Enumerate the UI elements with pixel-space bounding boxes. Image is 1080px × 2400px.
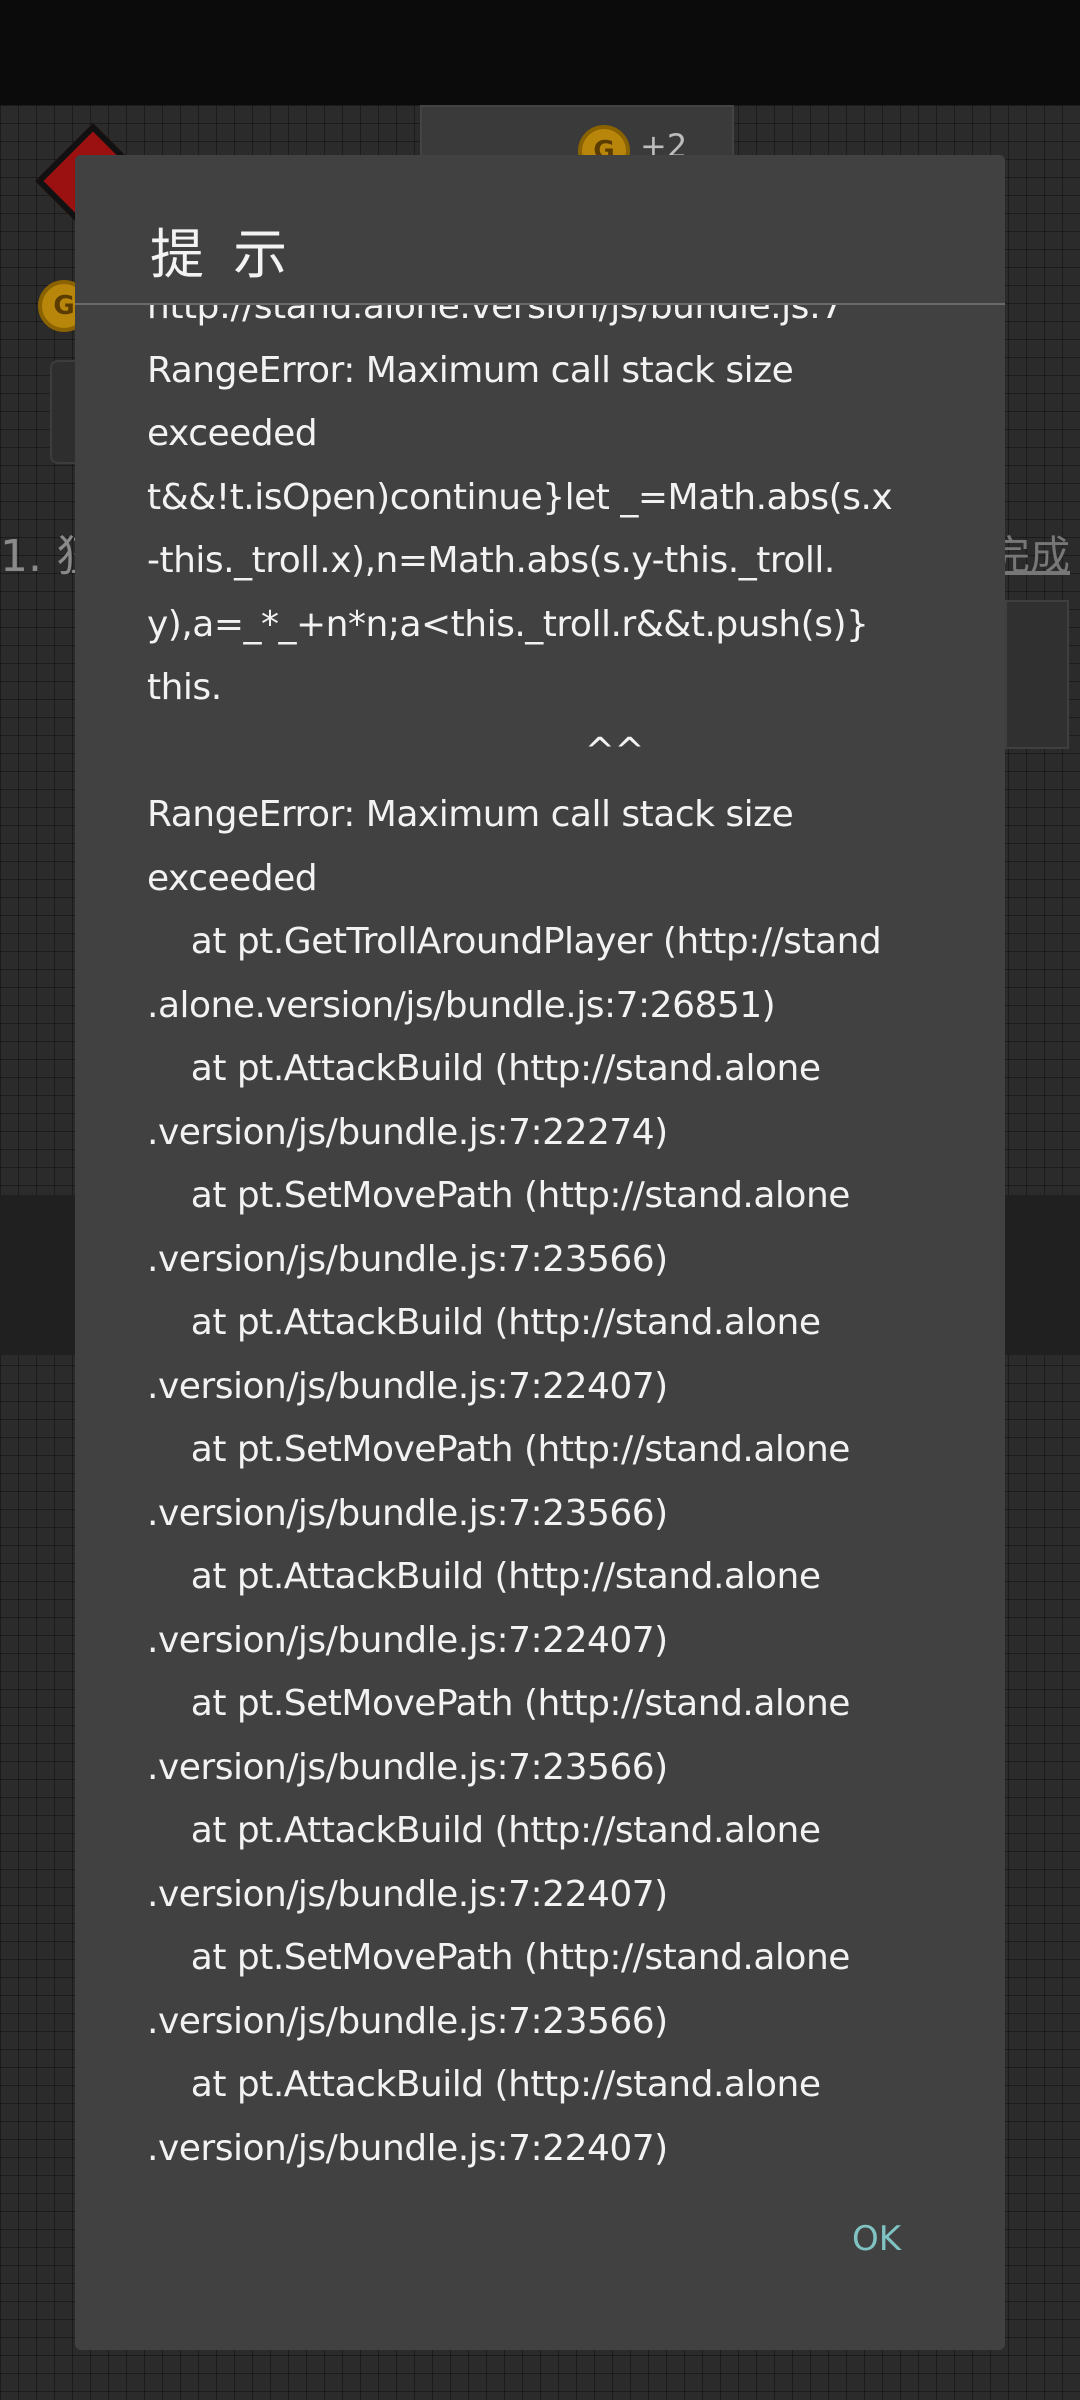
message-line: at pt.AttackBuild (http://stand.alone (147, 1556, 821, 1597)
alert-dialog: 提 示 http://stand.alone.version/js/bundle… (75, 155, 1005, 2350)
message-line: ^^ (147, 730, 645, 772)
error-message[interactable]: http://stand.alone.version/js/bundle.js:… (147, 275, 947, 2285)
message-line: at pt.SetMovePath (http://stand.alone (147, 1429, 851, 1470)
message-line: -this._troll.x),n=Math.abs(s.y-this._tro… (147, 540, 835, 581)
message-line: at pt.AttackBuild (http://stand.alone (147, 1302, 821, 1343)
message-line: .version/js/bundle.js:7:23566) (147, 1746, 668, 1788)
message-line: at pt.SetMovePath (http://stand.alone (147, 1937, 851, 1978)
message-line: .version/js/bundle.js:7:23566) (147, 1492, 668, 1534)
message-line: t&&!t.isOpen)continue}let _=Math.abs(s.x (147, 476, 893, 518)
message-line: .version/js/bundle.js:7:22407) (147, 1619, 668, 1661)
message-line: at pt.AttackBuild (http://stand.alone (147, 1810, 821, 1851)
message-line: .version/js/bundle.js:7:22407) (147, 1365, 668, 1407)
message-line: .version/js/bundle.js:7:23566) (147, 1238, 668, 1280)
message-line: .version/js/bundle.js:7:23566) (147, 2000, 668, 2042)
message-line: y),a=_*_+n*n;a<this._troll.r&&t.push(s)} (147, 603, 869, 645)
message-line: .version/js/bundle.js:7:22407) (147, 2127, 668, 2169)
message-line: at pt.SetMovePath (http://stand.alone (147, 1175, 851, 1216)
message-line: at pt.AttackBuild (http://stand.alone (147, 1048, 821, 1089)
dialog-title: 提 示 (150, 223, 294, 286)
message-line: at pt.SetMovePath (http://stand.alone (147, 1683, 851, 1724)
message-line: .version/js/bundle.js:7:22274) (147, 1111, 668, 1153)
side-block (1005, 600, 1069, 749)
message-line: at pt.GetTrollAroundPlayer (http://stand (147, 921, 882, 962)
message-line: exceeded (147, 413, 318, 454)
message-line: RangeError: Maximum call stack size (147, 349, 794, 391)
message-line: .alone.version/js/bundle.js:7:26851) (147, 984, 776, 1026)
message-line: at pt.AttackBuild (http://stand.alone (147, 2064, 821, 2105)
title-divider (75, 303, 1005, 305)
message-line: exceeded (147, 857, 318, 899)
message-line: RangeError: Maximum call stack size (147, 794, 794, 835)
message-line: this. (147, 667, 222, 708)
message-line: .version/js/bundle.js:7:22407) (147, 1873, 668, 1915)
